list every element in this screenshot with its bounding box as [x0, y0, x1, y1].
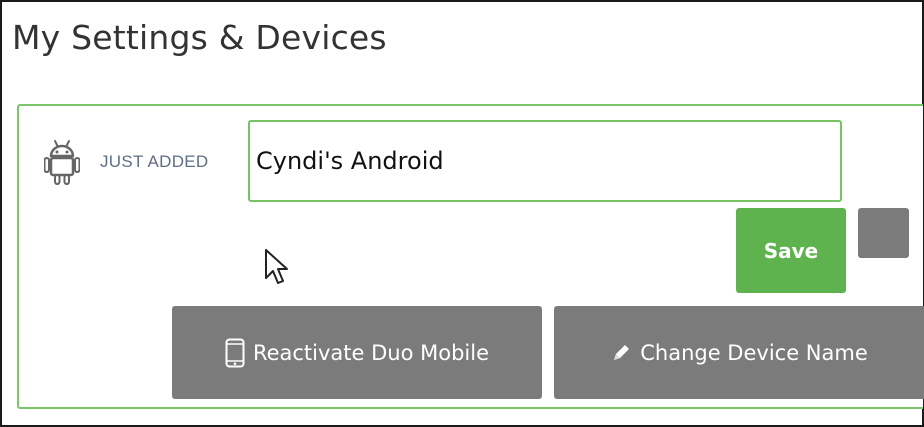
phone-icon [225, 338, 245, 368]
change-device-name-button[interactable]: Change Device Name [554, 306, 924, 399]
reactivate-duo-mobile-label: Reactivate Duo Mobile [252, 340, 490, 365]
cancel-button[interactable] [858, 208, 909, 258]
android-icon [43, 138, 81, 186]
pencil-icon [610, 342, 632, 364]
save-button[interactable]: Save [736, 208, 846, 293]
device-name-input[interactable] [248, 120, 842, 202]
change-device-name-label: Change Device Name [640, 340, 868, 365]
reactivate-duo-mobile-button[interactable]: Reactivate Duo Mobile [172, 306, 542, 399]
device-status-label: JUST ADDED [100, 152, 209, 171]
page-title: My Settings & Devices [12, 18, 387, 57]
